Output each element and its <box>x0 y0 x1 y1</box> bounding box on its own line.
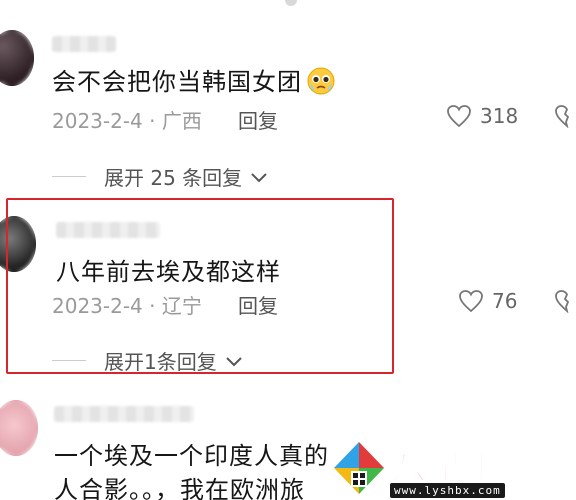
heart-icon <box>446 104 472 128</box>
expand-replies-text: 展开 25 条回复 <box>104 166 243 190</box>
heart-icon <box>458 289 484 313</box>
comment-text-line-1: 一个埃及一个印度人真的 <box>54 442 329 470</box>
chevron-down-icon <box>250 165 268 189</box>
reply-button[interactable]: 回复 <box>238 105 278 134</box>
comment-text-line-2: 人合影。。，我在欧洲旅 <box>54 476 305 500</box>
highlight-box <box>6 198 394 374</box>
comment-text-content: 会不会把你当韩国女团 <box>52 68 302 96</box>
comment-date: 2023-2-4 <box>52 109 143 133</box>
broken-heart-icon <box>554 289 576 313</box>
username-blurred[interactable] <box>52 36 116 52</box>
username-blurred[interactable] <box>54 406 194 422</box>
comment-text: 会不会把你当韩国女团 <box>52 62 336 97</box>
site-logo-icon <box>334 442 384 494</box>
avatar[interactable] <box>0 400 38 456</box>
cut-off-icon <box>285 0 297 6</box>
like-count: 318 <box>480 104 519 128</box>
like-count: 76 <box>492 289 518 313</box>
broken-heart-icon <box>554 104 576 128</box>
dislike-button[interactable] <box>554 104 576 128</box>
top-strip <box>0 0 576 10</box>
like-button[interactable]: 318 <box>446 104 518 128</box>
divider-line <box>52 176 86 177</box>
pleading-face-icon <box>307 67 335 95</box>
like-button[interactable]: 76 <box>458 289 517 313</box>
watermark: 八星手游网 www.lyshbx.com <box>326 434 576 500</box>
comment-location: 广西 <box>161 109 202 133</box>
watermark-url: www.lyshbx.com <box>390 483 505 498</box>
expand-replies[interactable]: 展开 25 条回复 <box>52 162 268 191</box>
watermark-title: 八星手游网 <box>391 447 572 489</box>
avatar[interactable] <box>0 30 34 86</box>
comment-meta: 2023-2-4 · 广西 <box>52 105 202 134</box>
dislike-button[interactable] <box>554 289 576 313</box>
meta-separator: · <box>149 109 156 133</box>
